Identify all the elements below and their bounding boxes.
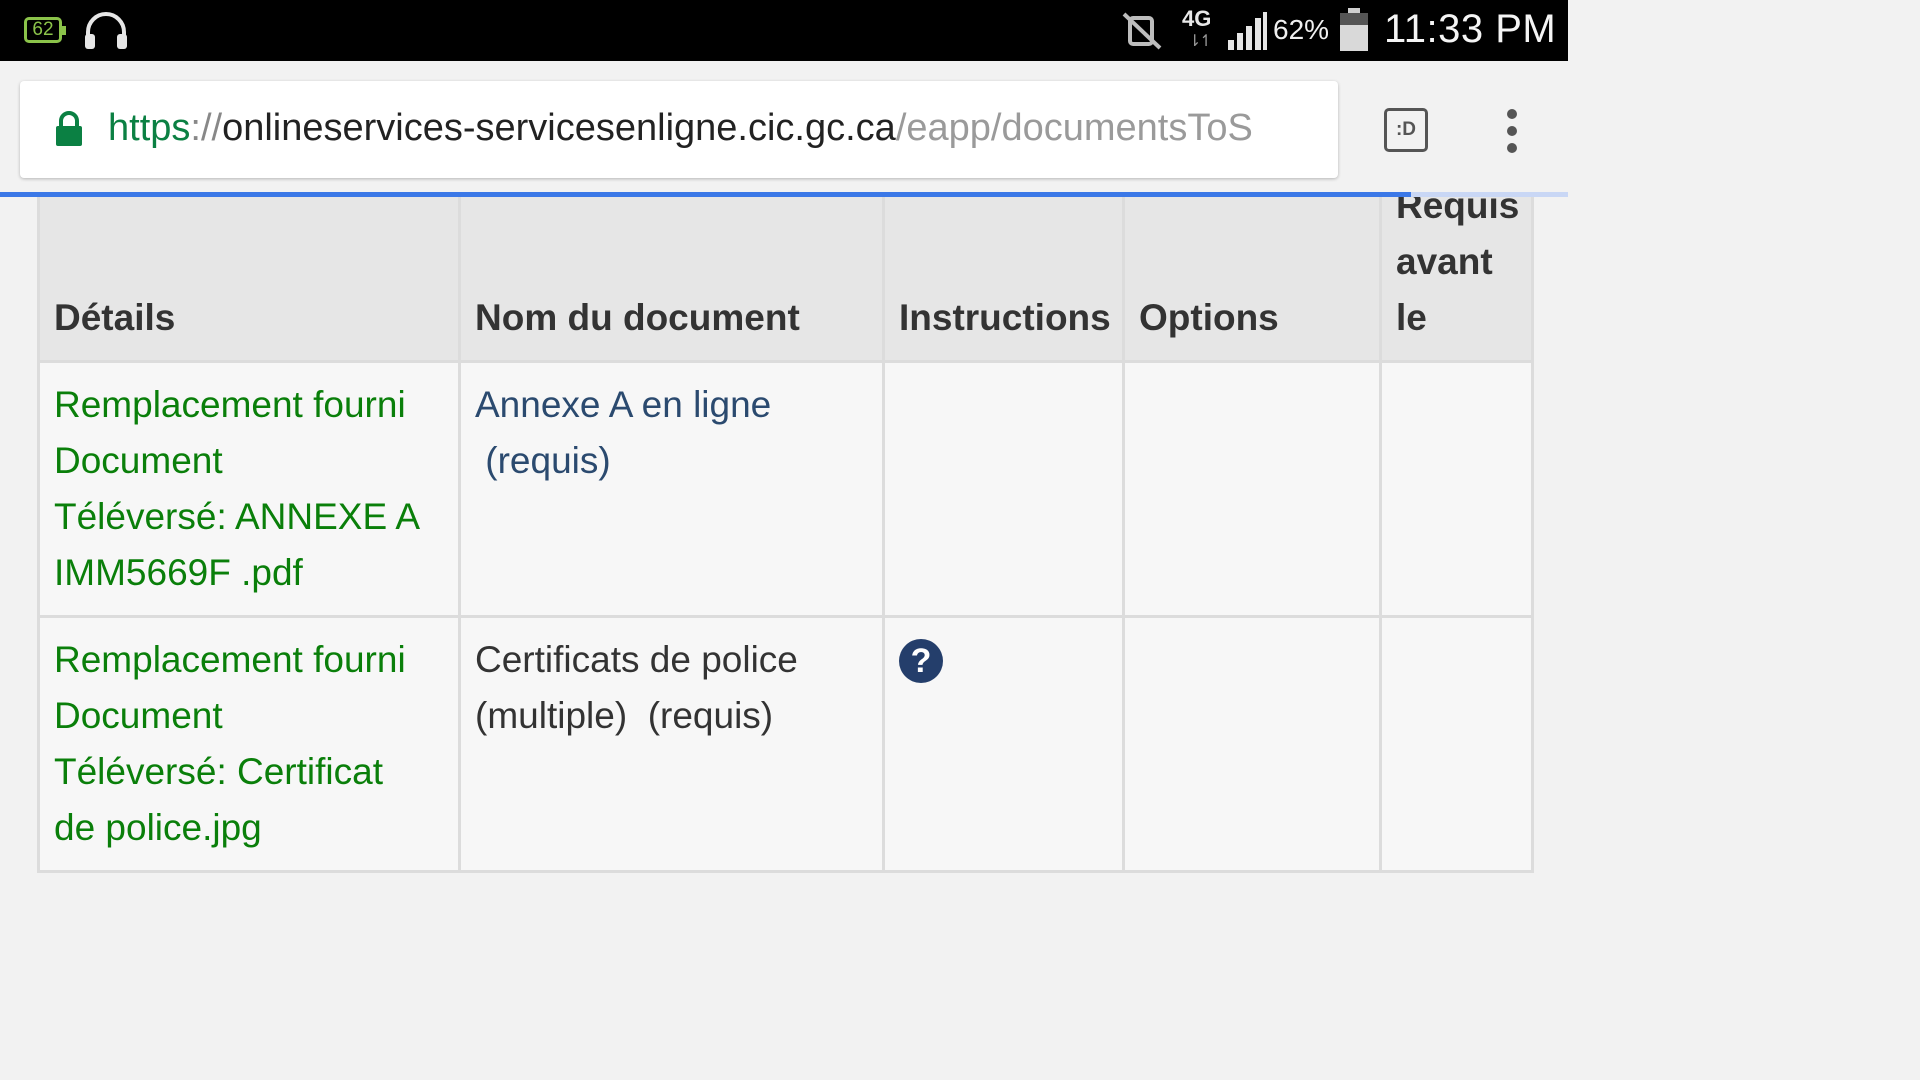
header-instructions: Instructions	[882, 197, 1125, 363]
url-host: onlineservices-servicesenligne.cic.gc.ca	[222, 107, 896, 149]
document-name-line: (requis)	[475, 440, 611, 481]
instructions-cell: ?	[882, 615, 1125, 873]
details-line: Document	[54, 440, 223, 481]
required-before-cell	[1379, 615, 1534, 873]
browser-toolbar: https://onlineservices-servicesenligne.c…	[0, 61, 1568, 194]
options-cell	[1122, 615, 1382, 873]
overflow-menu-icon[interactable]	[1500, 109, 1524, 153]
header-required-before-line: le	[1396, 297, 1427, 338]
details-line: Téléversé: ANNEXE A	[54, 496, 421, 537]
replacement-document-link[interactable]: Remplacement fourni Document Téléversé: …	[54, 632, 444, 856]
url-scheme: https	[108, 107, 191, 149]
notification-icon: 62	[24, 17, 66, 43]
header-document-name: Nom du document	[458, 197, 885, 363]
table-row: Remplacement fourni Document Téléversé: …	[37, 615, 1534, 873]
details-line: de police.jpg	[54, 807, 262, 848]
documents-table: Détails Nom du document Instructions Opt…	[37, 197, 1534, 873]
headphones-icon	[85, 12, 127, 49]
details-line: Remplacement fourni	[54, 639, 406, 680]
details-line: IMM5669F .pdf	[54, 552, 303, 593]
document-name-line: Certificats de police	[475, 639, 798, 680]
url-text[interactable]: https://onlineservices-servicesenligne.c…	[108, 107, 1320, 150]
replacement-document-link[interactable]: Remplacement fourni Document Téléversé: …	[54, 377, 444, 601]
url-path: /eapp/documentsToS	[895, 107, 1253, 149]
instructions-cell	[882, 360, 1125, 618]
document-name-link[interactable]: Annexe A en ligne (requis)	[475, 377, 868, 489]
options-cell	[1122, 360, 1382, 618]
document-name-cell: Annexe A en ligne (requis)	[458, 360, 885, 618]
document-name-line: (multiple) (requis)	[475, 695, 774, 736]
details-line: Document	[54, 695, 223, 736]
document-name-cell: Certificats de police (multiple) (requis…	[458, 615, 885, 873]
signal-icon	[1228, 12, 1267, 50]
data-arrows-icon: ⇂↿	[1188, 33, 1213, 50]
header-required-before-line: Requis	[1396, 197, 1520, 226]
battery-percent: 62%	[1273, 14, 1330, 45]
header-options: Options	[1122, 197, 1382, 363]
vibrate-mute-icon	[1122, 12, 1162, 50]
lock-icon	[56, 111, 82, 146]
address-bar[interactable]: https://onlineservices-servicesenligne.c…	[20, 81, 1338, 178]
table-row: Remplacement fourni Document Téléversé: …	[37, 360, 1534, 618]
details-line: Téléversé: Certificat	[54, 751, 383, 792]
table-header-row: Détails Nom du document Instructions Opt…	[37, 197, 1534, 363]
network-type: 4G	[1182, 6, 1212, 31]
battery-icon	[1340, 8, 1368, 51]
details-line: Remplacement fourni	[54, 384, 406, 425]
url-separator: ://	[190, 107, 223, 149]
document-name-line: Annexe A en ligne	[475, 384, 772, 425]
tab-switcher-button[interactable]: :D	[1384, 108, 1428, 152]
page-content: Détails Nom du document Instructions Opt…	[0, 197, 1568, 882]
required-before-cell	[1379, 360, 1534, 618]
header-required-before: Requis avant le	[1379, 197, 1534, 363]
details-cell: Remplacement fourni Document Téléversé: …	[37, 360, 461, 618]
details-cell: Remplacement fourni Document Téléversé: …	[37, 615, 461, 873]
status-bar: 62 4G ⇂↿ 62% 11:33 PM	[0, 0, 1568, 61]
header-required-before-line: avant	[1396, 241, 1493, 282]
help-icon[interactable]: ?	[899, 639, 943, 683]
clock: 11:33 PM	[1384, 7, 1557, 51]
header-details: Détails	[37, 197, 461, 363]
